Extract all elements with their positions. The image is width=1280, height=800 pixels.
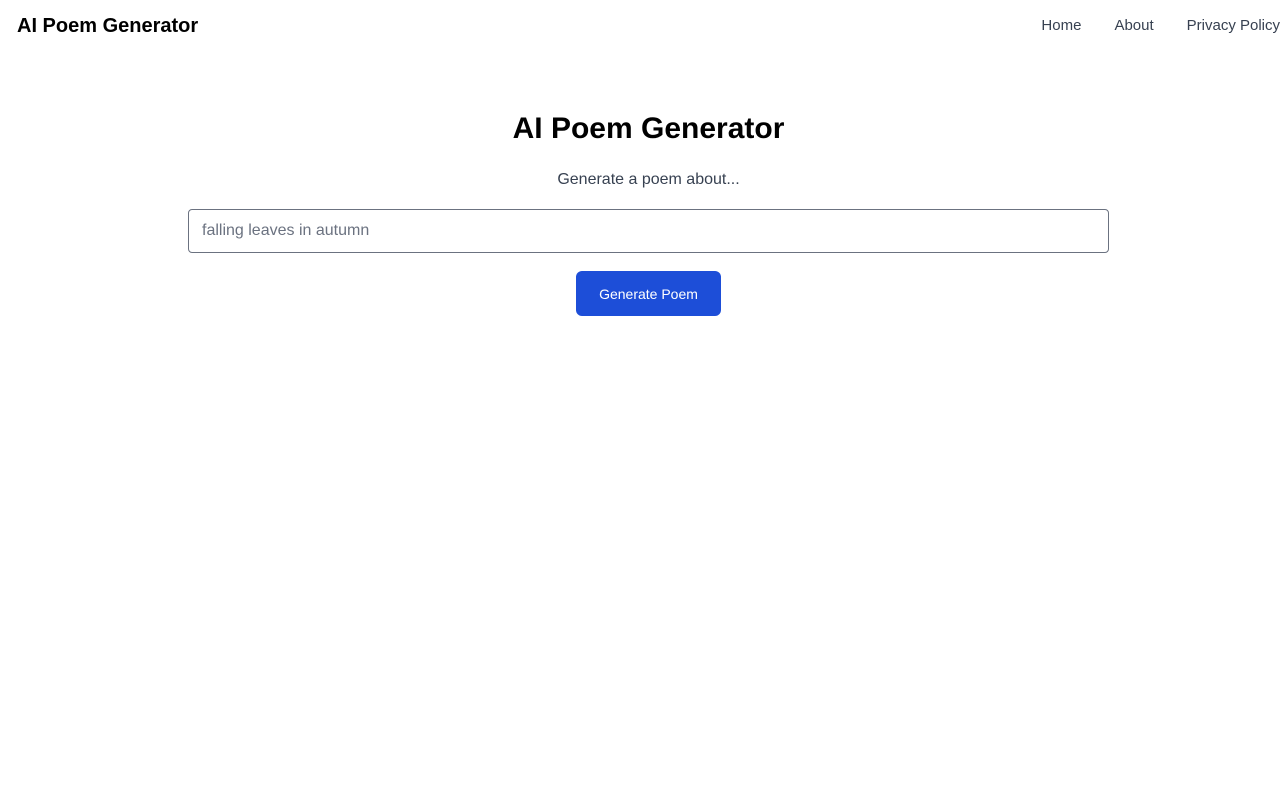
prompt-label: Generate a poem about...: [557, 171, 740, 188]
nav-link-privacy-policy[interactable]: Privacy Policy: [1187, 16, 1280, 36]
navbar: AI Poem Generator Home About Privacy Pol…: [0, 0, 1280, 52]
page-title: AI Poem Generator: [512, 112, 785, 145]
brand-logo-link[interactable]: AI Poem Generator: [17, 14, 198, 38]
topic-input[interactable]: [188, 209, 1109, 253]
nav-link-about[interactable]: About: [1114, 16, 1153, 36]
nav-links: Home About Privacy Policy: [1041, 16, 1280, 36]
nav-link-home[interactable]: Home: [1041, 16, 1081, 36]
generate-poem-button[interactable]: Generate Poem: [576, 271, 721, 316]
topic-input-wrapper: [188, 209, 1109, 253]
